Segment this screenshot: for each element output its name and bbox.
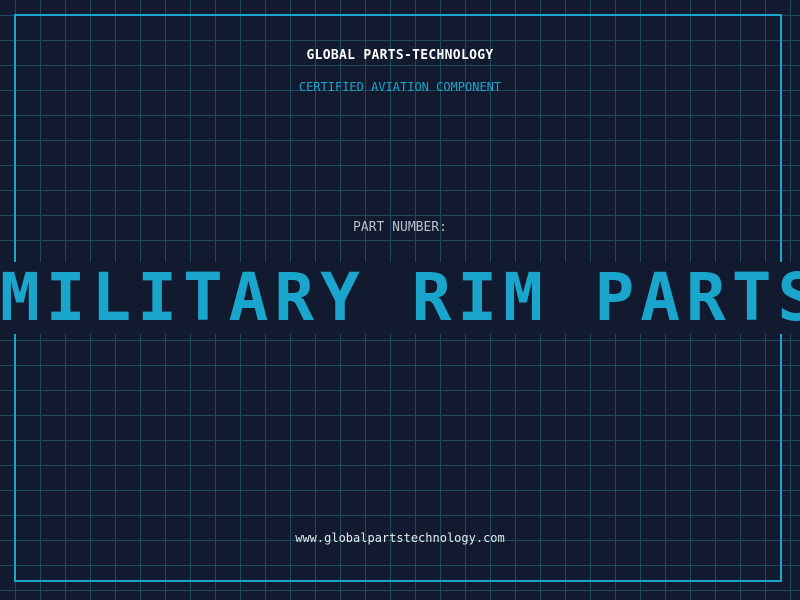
label-card: GLOBAL PARTS-TECHNOLOGY CERTIFIED AVIATI…	[0, 0, 800, 600]
website-url: www.globalpartstechnology.com	[295, 531, 505, 545]
company-name: GLOBAL PARTS-TECHNOLOGY	[306, 48, 494, 63]
part-number-band: MILITARY RIM PARTS	[0, 262, 800, 334]
part-number-value: MILITARY RIM PARTS	[0, 262, 800, 334]
certification-subtitle: CERTIFIED AVIATION COMPONENT	[298, 80, 502, 94]
part-number-label: PART NUMBER:	[353, 220, 447, 235]
